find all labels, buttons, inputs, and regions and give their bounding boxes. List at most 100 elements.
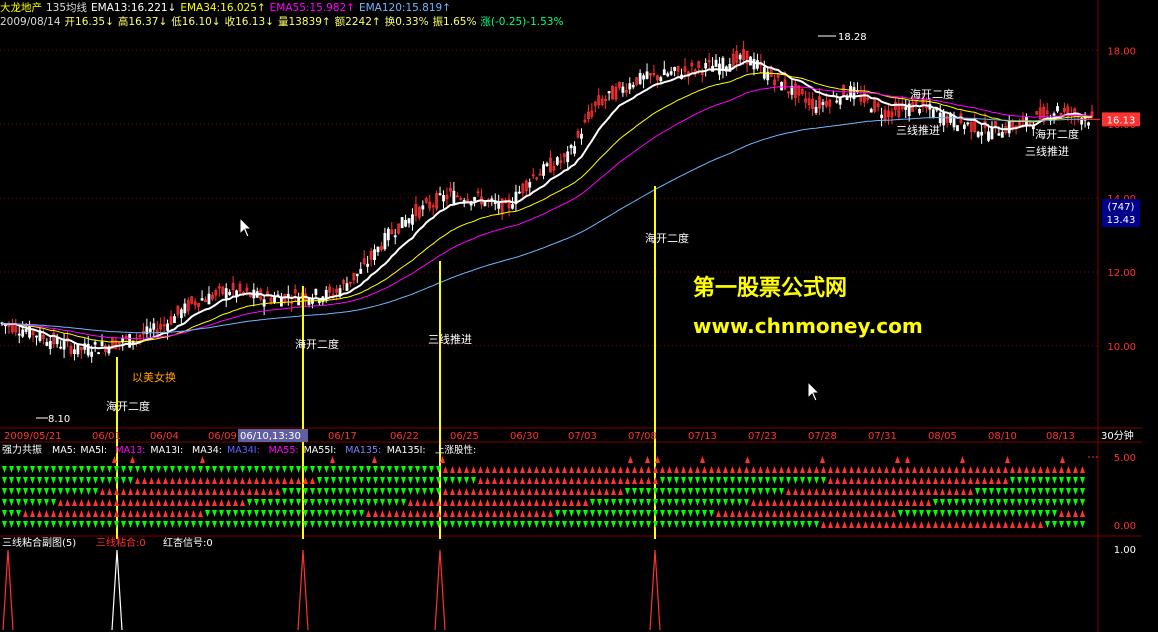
arrow-up-red [513, 510, 518, 517]
arrow-up-red [163, 510, 168, 517]
arrow-up-red [1073, 510, 1078, 517]
arrow-down-green [275, 510, 280, 517]
arrow-down-green [9, 510, 14, 517]
arrow-down-green [373, 477, 378, 484]
arrow-up-red [877, 499, 882, 506]
arrow-down-green [100, 477, 105, 484]
annotation-label: 海开二度 [910, 87, 954, 101]
arrow-down-green [219, 521, 224, 528]
arrow-up-red [1003, 466, 1008, 473]
arrow-down-green [639, 510, 644, 517]
arrow-up-red [219, 477, 224, 484]
arrow-up-red [821, 488, 826, 495]
candle-body [662, 69, 666, 76]
arrow-down-green [590, 499, 595, 506]
arrow-down-green [639, 499, 644, 506]
arrow-down-green [429, 477, 434, 484]
arrow-down-green [779, 488, 784, 495]
arrow-down-green [681, 521, 686, 528]
arrow-up-red [891, 466, 896, 473]
arrow-up-red [569, 499, 574, 506]
arrow-up-red [198, 477, 203, 484]
arrow-up-red [492, 510, 497, 517]
arrow-up-red [765, 499, 770, 506]
arrow-up-red [884, 466, 889, 473]
arrow-up-red [807, 488, 812, 495]
arrow-down-green [562, 510, 567, 517]
arrow-up-red [135, 510, 140, 517]
arrow-up-red [233, 499, 238, 506]
arrow-up-red [856, 466, 861, 473]
arrow-down-green [422, 488, 427, 495]
crosshair-count-label: (747) [1108, 202, 1135, 213]
arrow-up-red [842, 521, 847, 528]
arrow-down-green [30, 521, 35, 528]
arrow-up-red [128, 510, 133, 517]
arrow-down-green [681, 488, 686, 495]
arrow-up-red [107, 510, 112, 517]
arrow-down-green [331, 466, 336, 473]
panel2-param: MA13: [115, 445, 145, 456]
arrow-down-green [79, 477, 84, 484]
arrow-down-green [2, 521, 7, 528]
arrow-up-red [751, 510, 756, 517]
arrow-down-green [1017, 510, 1022, 517]
arrow-down-green [751, 477, 756, 484]
arrow-down-green [1024, 510, 1029, 517]
arrow-up-red [422, 510, 427, 517]
arrow-up-red [779, 466, 784, 473]
arrow-up-red [366, 510, 371, 517]
candle-body [148, 328, 152, 332]
arrow-down-green [65, 521, 70, 528]
arrow-up-red [506, 488, 511, 495]
arrow-up-red [884, 488, 889, 495]
arrow-up-red [730, 510, 735, 517]
arrow-down-green [1010, 499, 1015, 506]
candle-body [490, 198, 494, 201]
arrow-up-red [765, 466, 770, 473]
annotation-label: 三线推进 [896, 123, 940, 137]
arrow-down-green [198, 466, 203, 473]
arrow-up-red [380, 510, 385, 517]
arrow-down-green [23, 466, 28, 473]
arrow-down-green [387, 499, 392, 506]
arrow-up-red [940, 488, 945, 495]
arrow-up-red [100, 510, 105, 517]
arrow-up-red [849, 477, 854, 484]
arrow-down-green [737, 477, 742, 484]
arrow-down-green [898, 510, 903, 517]
arrow-down-green [373, 466, 378, 473]
chart-canvas[interactable]: 强力共振 MA5: MA5I: MA13: MA13I: MA34: MA34I: MA55:… [0, 0, 1158, 632]
arrow-up-red [828, 510, 833, 517]
current-price-label: 16.13 [1107, 115, 1136, 126]
candle-body [404, 219, 407, 227]
arrow-up-red [37, 510, 42, 517]
arrow-up-red [954, 466, 959, 473]
arrow-up-red [506, 499, 511, 506]
spike-marker [2, 549, 14, 631]
arrow-down-green [1052, 510, 1057, 517]
arrow-down-green [9, 466, 14, 473]
arrow-up-red [268, 488, 273, 495]
arrow-down-green [394, 499, 399, 506]
arrow-up-red [485, 499, 490, 506]
arrow-up-red [926, 521, 931, 528]
arrow-up-red [569, 488, 574, 495]
arrow-down-green [338, 499, 343, 506]
arrow-down-green [975, 499, 980, 506]
date-tick-label: 07/23 [748, 431, 777, 442]
arrow-up-red [429, 510, 434, 517]
date-tick-label: 07/03 [568, 431, 597, 442]
arrow-up-red [982, 521, 987, 528]
arrow-down-green [695, 499, 700, 506]
ema-lines [1, 59, 1093, 350]
arrow-up-red [898, 488, 903, 495]
arrow-up-red [205, 488, 210, 495]
arrow-up-red [499, 466, 504, 473]
arrow-down-green [93, 488, 98, 495]
candle-body [383, 233, 387, 250]
panel3-label-1: 三线粘合:0 [96, 536, 146, 549]
candle-body [780, 81, 783, 91]
candle-body [452, 190, 456, 204]
arrow-down-green [709, 499, 714, 506]
